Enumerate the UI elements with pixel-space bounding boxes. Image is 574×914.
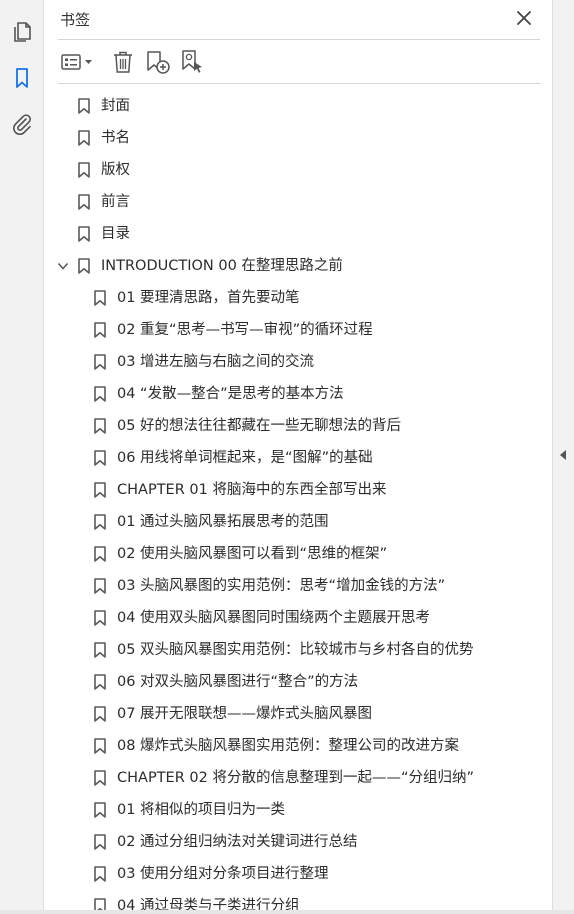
bookmark-label: 02 通过分组归纳法对关键词进行总结 [117,834,358,850]
bookmark-icon [94,706,106,722]
new-bookmark-icon [147,51,170,74]
bookmark-item[interactable]: 05 双头脑风暴图实用范例：比较城市与乡村各自的优势 [58,634,530,666]
bookmark-item[interactable]: 03 使用分组对分条项目进行整理 [58,858,530,890]
bookmark-icon [94,642,106,658]
bookmark-label: 01 通过头脑风暴拓展思考的范围 [117,514,329,530]
list-options-icon [61,54,92,70]
panel-title: 书签 [60,11,91,29]
bookmark-icon [94,802,106,818]
bookmark-label: 前言 [101,194,130,210]
bottom-edge [0,910,574,914]
bookmark-icon [94,482,106,498]
collapse-panel-icon[interactable] [559,450,567,460]
bookmark-icon [94,450,106,466]
bookmark-icon [94,674,106,690]
bookmark-item[interactable]: 04 使用双头脑风暴图同时围绕两个主题展开思考 [58,602,530,634]
bookmark-label: 02 重复“思考—书写—审视”的循环过程 [117,322,373,338]
left-navigation-rail [0,0,44,914]
bookmark-icon [94,322,106,338]
bookmark-item[interactable]: 02 重复“思考—书写—审视”的循环过程 [58,314,530,346]
bookmark-item[interactable]: 03 头脑风暴图的实用范例：思考“增加金钱的方法” [58,570,530,602]
bookmark-item[interactable]: INTRODUCTION 00 在整理思路之前 [58,250,530,282]
bookmark-label: 02 使用头脑风暴图可以看到“思维的框架” [117,546,388,562]
options-menu-button[interactable] [60,48,96,76]
bookmark-icon [94,418,106,434]
bookmark-from-selection-icon [182,50,202,73]
bookmark-label: 04 “发散—整合”是思考的基本方法 [117,386,344,402]
bookmark-item[interactable]: 书名 [58,122,530,154]
bookmark-icon [78,162,90,178]
bookmark-label: 书名 [101,130,130,146]
bookmark-icon [94,354,106,370]
bookmark-label: 目录 [101,226,130,242]
right-collapse-rail[interactable] [552,0,574,914]
bookmark-icon [94,290,106,306]
bookmark-label: 06 对双头脑风暴图进行“整合”的方法 [117,674,359,690]
bookmark-icon [94,834,106,850]
bookmark-list: 封面书名版权前言目录 INTRODUCTION 00 在整理思路之前 01 要理清思… [58,89,540,914]
bookmark-label: CHAPTER 02 将分散的信息整理到一起——“分组归纳” [117,770,474,786]
trash-icon [114,51,132,73]
bookmark-icon [78,98,90,114]
bookmark-label: 版权 [101,162,130,178]
bookmark-label: 01 将相似的项目归为一类 [117,802,286,818]
bookmark-label: 08 爆炸式头脑风暴图实用范例：整理公司的改进方案 [117,738,460,754]
pages-icon[interactable] [10,20,34,44]
bookmark-item[interactable]: CHAPTER 01 将脑海中的东西全部写出来 [58,474,530,506]
bookmark-icon [78,258,90,274]
bookmark-item[interactable]: 版权 [58,154,530,186]
bookmark-item[interactable]: 07 展开无限联想——爆炸式头脑风暴图 [58,698,530,730]
bookmark-label: CHAPTER 01 将脑海中的东西全部写出来 [117,482,387,498]
bookmark-label: 04 使用双头脑风暴图同时围绕两个主题展开思考 [117,610,431,626]
bookmark-icon [94,770,106,786]
bookmark-icon [94,866,106,882]
bookmark-item[interactable]: 封面 [58,90,530,122]
bookmark-label: INTRODUCTION 00 在整理思路之前 [101,258,343,274]
bookmark-label: 05 好的想法往往都藏在一些无聊想法的背后 [117,418,402,434]
bookmarks-toolbar [44,42,552,82]
bookmark-icon [78,130,90,146]
toolbar-divider [58,83,540,84]
bookmark-label: 03 使用分组对分条项目进行整理 [117,866,329,882]
bookmark-item[interactable]: 04 “发散—整合”是思考的基本方法 [58,378,530,410]
bookmark-icon [78,226,90,242]
bookmark-icon [94,578,106,594]
bookmark-label: 06 用线将单词框起来，是“图解”的基础 [117,450,373,466]
new-bookmark-button[interactable] [144,48,172,76]
bookmark-icon [94,738,106,754]
bookmark-item[interactable]: 03 增进左脑与右脑之间的交流 [58,346,530,378]
chevron-down-icon[interactable] [58,261,69,271]
bookmark-item[interactable]: 06 对双头脑风暴图进行“整合”的方法 [58,666,530,698]
bookmark-icon [94,610,106,626]
bookmark-item[interactable]: 01 通过头脑风暴拓展思考的范围 [58,506,530,538]
bookmark-label: 03 头脑风暴图的实用范例：思考“增加金钱的方法” [117,578,446,594]
bookmark-item[interactable]: 02 通过分组归纳法对关键词进行总结 [58,826,530,858]
delete-bookmark-button[interactable] [110,48,136,76]
bookmark-item[interactable]: 01 将相似的项目归为一类 [58,794,530,826]
bookmark-icon [94,386,106,402]
bookmark-icon [78,194,90,210]
bookmark-item[interactable]: CHAPTER 02 将分散的信息整理到一起——“分组归纳” [58,762,530,794]
panel-header: 书签 [44,0,552,38]
close-icon[interactable] [514,8,534,28]
bookmark-icon [94,546,106,562]
bookmark-label: 01 要理清思路，首先要动笔 [117,290,300,306]
bookmark-icon[interactable] [10,66,34,90]
bookmark-label: 封面 [101,98,130,114]
bookmark-item[interactable]: 01 要理清思路，首先要动笔 [58,282,530,314]
bookmarks-panel: 书签 封面 书名 版权 前言 目录 INTRODUCTION 00 在整理思路之… [44,0,552,914]
bookmark-item[interactable]: 05 好的想法往往都藏在一些无聊想法的背后 [58,410,530,442]
header-divider [58,39,540,40]
bookmark-item[interactable]: 08 爆炸式头脑风暴图实用范例：整理公司的改进方案 [58,730,530,762]
bookmark-label: 07 展开无限联想——爆炸式头脑风暴图 [117,706,373,722]
bookmark-icon [94,514,106,530]
attachment-icon[interactable] [10,112,34,136]
bookmark-item[interactable]: 前言 [58,186,530,218]
bookmark-label: 05 双头脑风暴图实用范例：比较城市与乡村各自的优势 [117,642,474,658]
bookmark-item[interactable]: 目录 [58,218,530,250]
bookmark-from-selection-button[interactable] [178,48,206,76]
bookmark-item[interactable]: 06 用线将单词框起来，是“图解”的基础 [58,442,530,474]
bookmark-item[interactable]: 02 使用头脑风暴图可以看到“思维的框架” [58,538,530,570]
bookmark-label: 03 增进左脑与右脑之间的交流 [117,354,315,370]
